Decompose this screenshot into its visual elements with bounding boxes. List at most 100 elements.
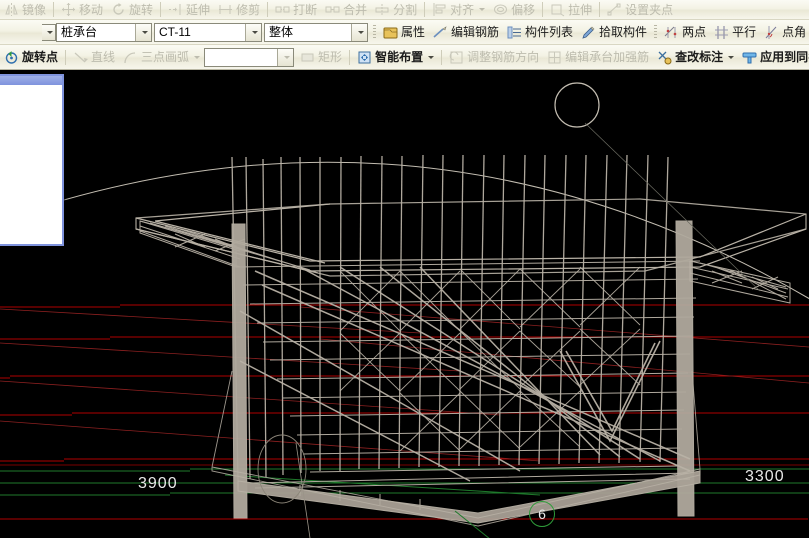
floating-palette-titlebar[interactable] bbox=[0, 76, 62, 85]
offset-button[interactable]: 偏移 bbox=[489, 0, 539, 19]
move-label: 移动 bbox=[79, 2, 104, 17]
stretch-icon bbox=[550, 2, 565, 17]
grip-settings-button[interactable]: 设置夹点 bbox=[603, 0, 677, 19]
point-angle-icon bbox=[764, 25, 779, 40]
split-label: 分割 bbox=[393, 2, 418, 17]
toolbar-separator bbox=[53, 2, 55, 17]
split-button[interactable]: 分割 bbox=[371, 0, 421, 19]
properties-button[interactable]: 属性 bbox=[379, 20, 429, 44]
query-annotate-label: 查改标注 bbox=[675, 50, 724, 64]
edit-cap-rebar-icon bbox=[547, 50, 562, 65]
merge-icon bbox=[325, 2, 340, 17]
component-name-value: CT-11 bbox=[159, 24, 191, 39]
grip-set-icon bbox=[607, 2, 622, 17]
rotate-label: 旋转 bbox=[129, 2, 154, 17]
component-list-button[interactable]: 构件列表 bbox=[503, 20, 577, 44]
chevron-down-icon[interactable] bbox=[479, 8, 486, 11]
component-list-label: 构件列表 bbox=[525, 25, 574, 39]
line-icon bbox=[73, 50, 89, 65]
apply-same-name-icon bbox=[742, 50, 757, 65]
pick-component-label: 拾取构件 bbox=[599, 25, 648, 39]
point-angle-button[interactable]: 点角 bbox=[760, 20, 809, 44]
chevron-down-icon[interactable] bbox=[728, 55, 735, 59]
toolbar-separator bbox=[160, 2, 162, 17]
stretch-label: 拉伸 bbox=[568, 2, 593, 17]
line-button[interactable]: 直线 bbox=[69, 45, 119, 69]
model-3d-canvas[interactable]: 3900 3300 6 bbox=[0, 71, 809, 538]
point-angle-label: 点角 bbox=[782, 25, 807, 39]
draw-mode-dropdown-button[interactable] bbox=[277, 48, 294, 66]
rotate-point-icon bbox=[4, 50, 19, 65]
stretch-button[interactable]: 拉伸 bbox=[546, 0, 596, 19]
chevron-down-icon bbox=[251, 30, 258, 34]
adjust-rebar-direction-button[interactable]: 调整钢筋方向 bbox=[445, 45, 543, 69]
three-point-arc-icon bbox=[123, 50, 138, 65]
parallel-button[interactable]: 平行 bbox=[710, 20, 760, 44]
chevron-down-icon bbox=[357, 30, 364, 34]
rotate-point-label: 旋转点 bbox=[22, 50, 59, 64]
chevron-down-icon[interactable] bbox=[194, 55, 201, 59]
clipped-combo-button[interactable] bbox=[42, 23, 56, 41]
component-type-dropdown-button[interactable] bbox=[135, 23, 151, 41]
toolbar-separator bbox=[599, 2, 601, 17]
edit-cap-rebar-button[interactable]: 编辑承台加强筋 bbox=[543, 45, 653, 69]
adjust-rebar-dir-icon bbox=[449, 50, 464, 65]
component-type-combo[interactable]: 桩承台 bbox=[56, 22, 152, 42]
merge-label: 合并 bbox=[343, 2, 368, 17]
trim-button[interactable]: 修剪 bbox=[214, 0, 264, 19]
toolbar-component-bar: 桩承台 CT-11 整体 属性 编辑钢筋 构件列表 拾取构件 两点 平行 点角 bbox=[0, 20, 809, 45]
split-icon bbox=[375, 2, 390, 17]
smart-layout-icon bbox=[357, 50, 372, 65]
component-name-combo[interactable]: CT-11 bbox=[154, 22, 262, 42]
three-point-arc-button[interactable]: 三点画弧 bbox=[119, 45, 204, 69]
component-list-icon bbox=[507, 25, 522, 40]
edit-rebar-label: 编辑钢筋 bbox=[451, 25, 500, 39]
three-point-arc-label: 三点画弧 bbox=[141, 50, 190, 64]
view-scope-combo[interactable]: 整体 bbox=[264, 22, 368, 42]
chevron-down-icon[interactable] bbox=[428, 55, 435, 59]
merge-button[interactable]: 合并 bbox=[321, 0, 371, 19]
move-button[interactable]: 移动 bbox=[57, 0, 107, 19]
toolbar-grip[interactable] bbox=[654, 24, 658, 40]
smart-layout-button[interactable]: 智能布置 bbox=[353, 45, 438, 69]
properties-icon bbox=[383, 25, 398, 40]
toolbar-separator bbox=[349, 49, 351, 65]
apply-same-name-button[interactable]: 应用到同名承 bbox=[738, 45, 809, 69]
rotate-point-button[interactable]: 旋转点 bbox=[0, 45, 62, 69]
align-label: 对齐 bbox=[450, 2, 475, 17]
adjust-rebar-dir-label: 调整钢筋方向 bbox=[467, 50, 540, 64]
view-scope-dropdown-button[interactable] bbox=[351, 23, 367, 41]
rectangle-button[interactable]: 矩形 bbox=[296, 45, 346, 69]
edit-cap-rebar-label: 编辑承台加强筋 bbox=[565, 50, 650, 64]
toolbar-separator bbox=[542, 2, 544, 17]
rectangle-icon bbox=[300, 50, 315, 65]
chevron-down-icon bbox=[141, 30, 148, 34]
axis-bubble-6[interactable]: 6 bbox=[529, 501, 555, 527]
align-button[interactable]: 对齐 bbox=[428, 0, 489, 19]
component-name-dropdown-button[interactable] bbox=[245, 23, 261, 41]
two-point-icon bbox=[664, 25, 679, 40]
application-window: 镜像 移动 旋转 延伸 修剪 打断 合并 分割 对齐 偏移 拉伸 设置夹点 桩承… bbox=[0, 0, 809, 538]
toolbar-grip[interactable] bbox=[373, 24, 376, 40]
floating-palette-panel[interactable] bbox=[0, 74, 64, 246]
edit-rebar-button[interactable]: 编辑钢筋 bbox=[429, 20, 503, 44]
extend-button[interactable]: 延伸 bbox=[164, 0, 214, 19]
rotate-icon bbox=[111, 2, 126, 17]
parallel-label: 平行 bbox=[732, 25, 757, 39]
toolbar-separator bbox=[424, 2, 426, 17]
break-button[interactable]: 打断 bbox=[271, 0, 321, 19]
pick-component-button[interactable]: 拾取构件 bbox=[577, 20, 651, 44]
two-point-button[interactable]: 两点 bbox=[660, 20, 710, 44]
break-label: 打断 bbox=[293, 2, 318, 17]
break-icon bbox=[275, 2, 290, 17]
move-icon bbox=[61, 2, 76, 17]
rotate-button[interactable]: 旋转 bbox=[107, 0, 157, 19]
toolbar-separator bbox=[267, 2, 269, 17]
align-icon bbox=[432, 2, 447, 17]
dimension-left: 3900 bbox=[138, 475, 178, 492]
apply-same-name-label: 应用到同名承 bbox=[760, 50, 809, 64]
query-annotate-button[interactable]: 查改标注 bbox=[653, 45, 738, 69]
two-point-label: 两点 bbox=[682, 25, 707, 39]
draw-mode-combo[interactable] bbox=[204, 47, 295, 67]
mirror-button[interactable]: 镜像 bbox=[0, 0, 50, 19]
